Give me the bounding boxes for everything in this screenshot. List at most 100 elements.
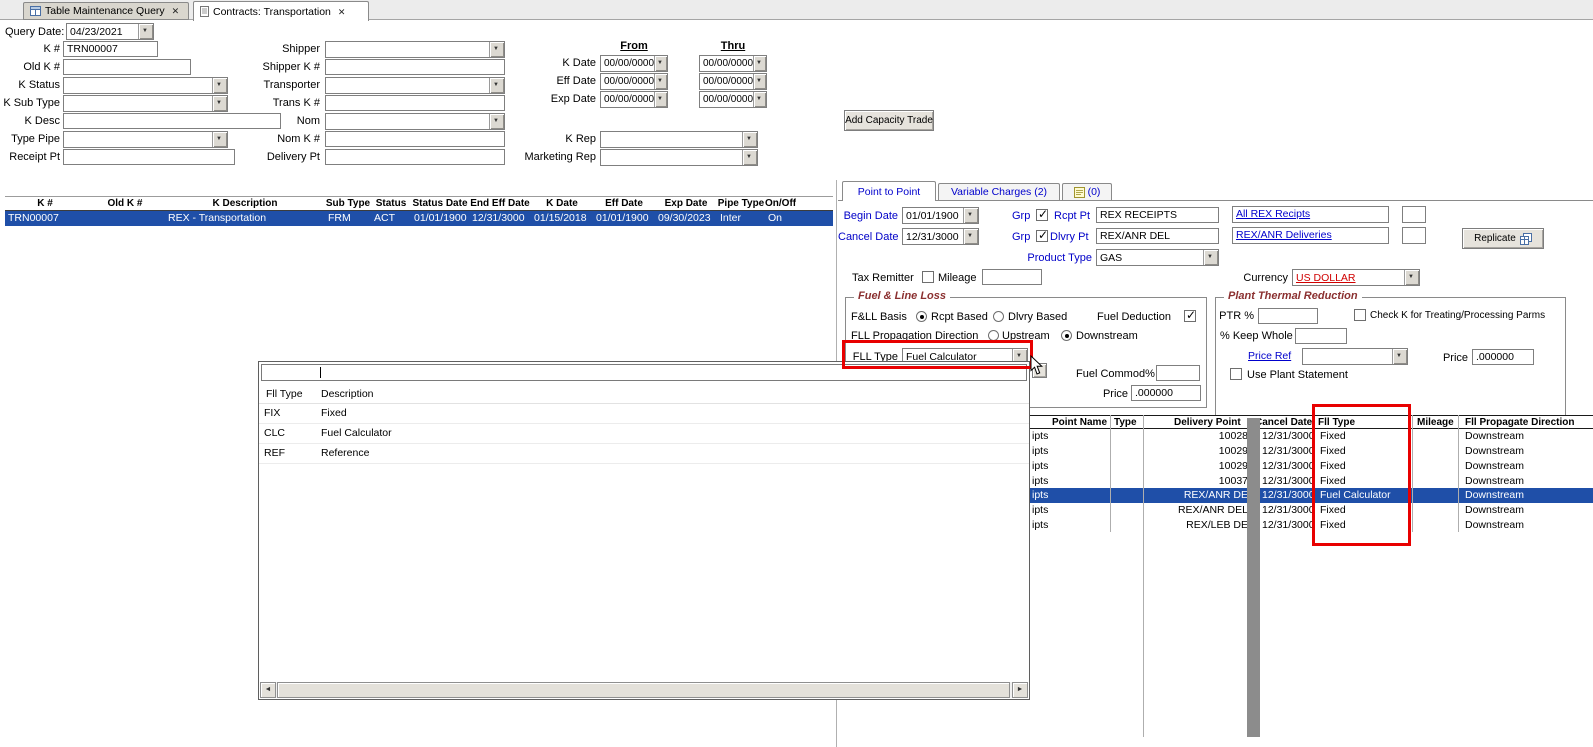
tab-point-to-point[interactable]: Point to Point xyxy=(842,181,936,201)
list-item[interactable]: FIX Fixed xyxy=(259,404,1029,424)
chevron-down-icon[interactable] xyxy=(212,78,227,93)
k-num-input[interactable]: TRN00007 xyxy=(63,41,158,57)
keep-whole-input[interactable] xyxy=(1295,328,1347,344)
chevron-down-icon[interactable] xyxy=(753,74,766,89)
downstream-radio[interactable] xyxy=(1061,330,1072,341)
col-header[interactable]: Eff Date xyxy=(593,197,655,210)
nom-select[interactable] xyxy=(325,113,505,130)
k-date-from-select[interactable]: 00/00/0000 xyxy=(600,55,668,72)
col-header[interactable]: Mileage xyxy=(1417,417,1454,429)
fuel-commod-input[interactable] xyxy=(1156,365,1200,381)
rcpt-pt-group-box[interactable]: All REX Recipts xyxy=(1232,206,1389,223)
chevron-down-icon[interactable] xyxy=(654,92,667,107)
close-icon[interactable] xyxy=(172,6,180,16)
ptr-price-input[interactable]: .000000 xyxy=(1472,349,1534,365)
dlvry-pt-group-link[interactable]: REX/ANR Deliveries xyxy=(1236,229,1332,241)
chevron-down-icon[interactable] xyxy=(654,74,667,89)
close-icon[interactable] xyxy=(338,7,346,17)
currency-select[interactable]: US DOLLAR xyxy=(1292,269,1420,286)
col-header[interactable]: End Eff Date xyxy=(469,197,531,210)
chevron-down-icon[interactable] xyxy=(212,96,227,111)
list-item[interactable]: CLC Fuel Calculator xyxy=(259,424,1029,444)
rcpt-based-radio[interactable] xyxy=(916,311,927,322)
tab-notes[interactable]: (0) xyxy=(1062,183,1112,200)
dlvry-pt-aux-input[interactable] xyxy=(1402,227,1426,244)
vertical-splitter[interactable] xyxy=(1247,418,1260,737)
shipper-select[interactable] xyxy=(325,41,505,58)
rcpt-pt-group-link[interactable]: All REX Recipts xyxy=(1236,208,1310,220)
col-header[interactable]: Delivery Point xyxy=(1174,417,1241,429)
col-header[interactable]: K # xyxy=(5,197,85,210)
grp-dlvry-checkbox[interactable] xyxy=(1036,230,1048,242)
chevron-down-icon[interactable] xyxy=(753,92,766,107)
col-header[interactable]: Exp Date xyxy=(655,197,717,210)
contracts-grid-row-selected[interactable]: TRN00007 REX - Transportation FRM ACT 01… xyxy=(5,211,833,226)
k-status-select[interactable] xyxy=(63,77,228,94)
trans-k-input[interactable] xyxy=(325,95,505,111)
shipper-k-input[interactable] xyxy=(325,59,505,75)
chevron-down-icon[interactable] xyxy=(489,42,504,57)
chevron-down-icon[interactable] xyxy=(654,56,667,71)
arrow-left-icon[interactable] xyxy=(260,682,276,698)
price-ref-select[interactable] xyxy=(1302,348,1408,365)
marketing-rep-select[interactable] xyxy=(600,149,758,166)
tax-remitter-checkbox[interactable] xyxy=(922,271,934,283)
tab-contracts-transportation[interactable]: Contracts: Transportation xyxy=(193,1,369,21)
type-pipe-select[interactable] xyxy=(63,131,228,148)
transporter-select[interactable] xyxy=(325,77,505,94)
chevron-down-icon[interactable] xyxy=(1203,250,1218,265)
upstream-radio[interactable] xyxy=(988,330,999,341)
k-rep-select[interactable] xyxy=(600,131,758,148)
fll-price-input[interactable]: .000000 xyxy=(1131,385,1201,401)
k-date-thru-select[interactable]: 00/00/0000 xyxy=(699,55,767,72)
price-ref-link[interactable]: Price Ref xyxy=(1248,350,1291,362)
chevron-down-icon[interactable] xyxy=(489,114,504,129)
chevron-down-icon[interactable] xyxy=(742,150,757,165)
col-header[interactable]: Pipe Type xyxy=(717,197,765,210)
scrollbar-thumb[interactable] xyxy=(277,682,1010,698)
col-header[interactable]: On/Off xyxy=(765,197,796,210)
grp-rcpt-checkbox[interactable] xyxy=(1036,209,1048,221)
col-header[interactable]: Status xyxy=(371,197,411,210)
col-header[interactable]: Sub Type xyxy=(325,197,371,210)
dlvry-pt-group-box[interactable]: REX/ANR Deliveries xyxy=(1232,227,1389,244)
horizontal-scrollbar[interactable] xyxy=(260,682,1028,698)
col-header[interactable]: K Description xyxy=(165,197,325,210)
eff-date-thru-select[interactable]: 00/00/0000 xyxy=(699,73,767,90)
old-k-input[interactable] xyxy=(63,59,191,75)
ptr-input[interactable] xyxy=(1258,308,1318,324)
chevron-down-icon[interactable] xyxy=(963,229,978,244)
chevron-down-icon[interactable] xyxy=(1392,349,1407,364)
list-item[interactable]: REF Reference xyxy=(259,444,1029,464)
nom-k-input[interactable] xyxy=(325,131,505,147)
col-header[interactable]: Cancel Date xyxy=(1255,417,1312,429)
chevron-down-icon[interactable] xyxy=(138,24,153,39)
col-header[interactable]: Status Date xyxy=(411,197,469,210)
chevron-down-icon[interactable] xyxy=(753,56,766,71)
tab-variable-charges[interactable]: Variable Charges (2) xyxy=(938,183,1060,200)
rcpt-pt-aux-input[interactable] xyxy=(1402,206,1426,223)
query-date-select[interactable]: 04/23/2021 xyxy=(66,23,154,40)
col-header[interactable]: Fll Type xyxy=(1318,417,1355,429)
rcpt-pt-input[interactable]: REX RECEIPTS xyxy=(1096,207,1219,223)
popup-filter-input[interactable] xyxy=(261,364,1027,381)
add-capacity-trade-button[interactable]: Add Capacity Trade xyxy=(844,110,934,131)
product-type-select[interactable]: GAS xyxy=(1096,249,1219,266)
exp-date-from-select[interactable]: 00/00/0000 xyxy=(600,91,668,108)
chevron-down-icon[interactable] xyxy=(963,208,978,223)
receipt-pt-input[interactable] xyxy=(63,149,235,165)
dlvry-based-radio[interactable] xyxy=(993,311,1004,322)
begin-date-select[interactable]: 01/01/1900 xyxy=(902,207,979,224)
chevron-down-icon[interactable] xyxy=(1404,270,1419,285)
check-k-checkbox[interactable] xyxy=(1354,309,1366,321)
chevron-down-icon[interactable] xyxy=(212,132,227,147)
col-header[interactable]: Point Name xyxy=(1052,417,1107,429)
k-sub-type-select[interactable] xyxy=(63,95,228,112)
delivery-pt-input[interactable] xyxy=(325,149,505,165)
tab-table-maintenance-query[interactable]: Table Maintenance Query xyxy=(23,2,189,20)
col-header[interactable]: Type xyxy=(1114,417,1137,429)
use-plant-checkbox[interactable] xyxy=(1230,368,1242,380)
dlvry-pt-input[interactable]: REX/ANR DEL xyxy=(1096,228,1219,244)
col-header[interactable]: K Date xyxy=(531,197,593,210)
replicate-button[interactable]: Replicate xyxy=(1462,228,1544,249)
